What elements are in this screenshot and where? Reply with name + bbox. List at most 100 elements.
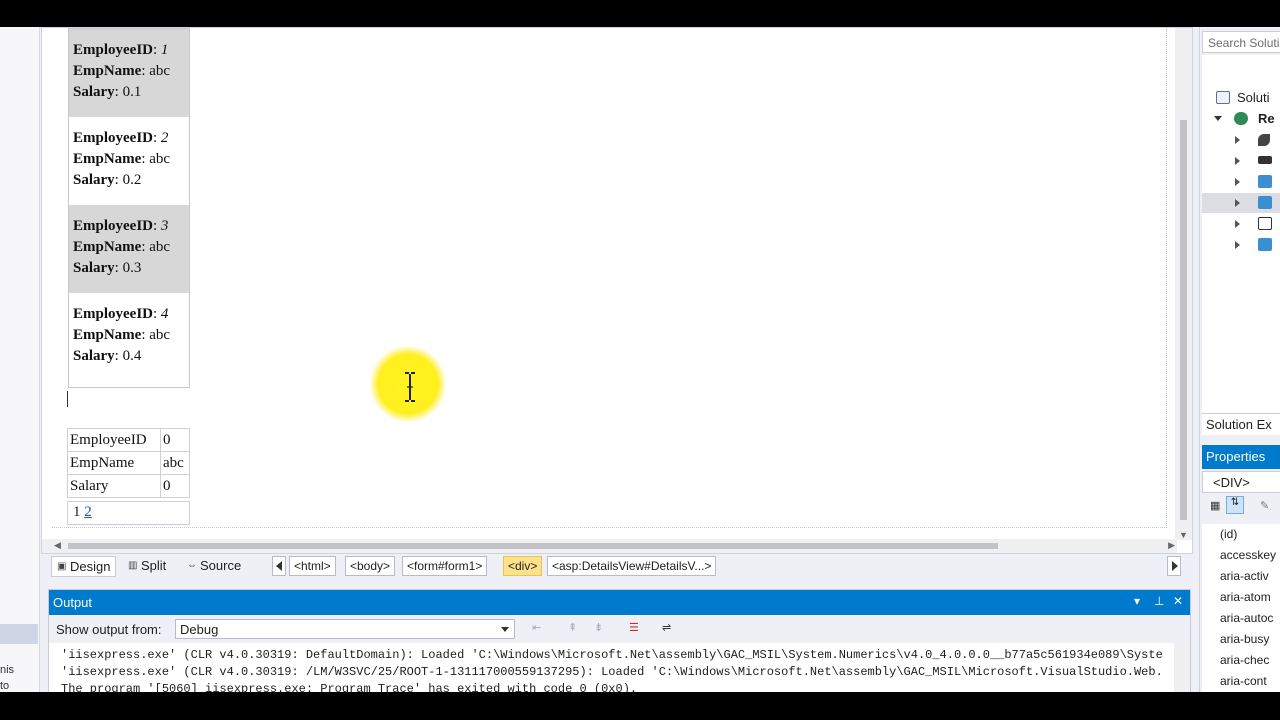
tree-item-solution[interactable]: Soluti xyxy=(1202,88,1280,108)
datalist-item[interactable]: EmployeeID: 2 EmpName: abc Salary: 0.2 xyxy=(69,117,189,205)
prev-message-icon[interactable]: ⇞ xyxy=(568,621,586,637)
scrollbar-thumb[interactable] xyxy=(68,543,998,549)
pin-icon[interactable]: ⊥ xyxy=(1154,594,1164,608)
property-item[interactable]: aria-autoc xyxy=(1202,608,1280,629)
datalist-item[interactable]: EmployeeID: 4 EmpName: abc Salary: 0.4 xyxy=(69,293,189,381)
expand-arrow-icon[interactable] xyxy=(1214,116,1222,121)
output-line: 'iisexpress.exe' (CLR v4.0.30319: Defaul… xyxy=(61,648,1163,662)
scroll-right-icon[interactable]: ▶ xyxy=(1168,540,1175,551)
collapse-arrow-icon[interactable] xyxy=(1235,136,1240,144)
pager-link-page-2[interactable]: 2 xyxy=(84,504,92,520)
references-icon xyxy=(1258,156,1272,164)
tree-item-config[interactable] xyxy=(1202,214,1280,234)
scrollbar-thumb[interactable] xyxy=(1180,120,1187,520)
details-key: EmployeeID xyxy=(67,428,161,452)
word-wrap-icon[interactable]: ⇌ xyxy=(662,621,680,637)
property-item[interactable]: aria-cont xyxy=(1202,671,1280,692)
design-view-button[interactable]: ▣ Design xyxy=(51,556,117,577)
breadcrumb-prev-button[interactable] xyxy=(272,556,286,576)
table-row[interactable]: EmpName abc xyxy=(67,451,190,475)
text-caret xyxy=(67,391,68,407)
wrench-icon xyxy=(1258,134,1270,146)
next-message-icon[interactable]: ⇟ xyxy=(594,621,612,637)
detailsview-control[interactable]: EmployeeID 0 EmpName abc Salary 0 xyxy=(67,428,190,498)
tree-item-file[interactable] xyxy=(1202,172,1280,192)
designer-horizontal-scrollbar[interactable]: ◀ ▶ xyxy=(42,539,1177,553)
collapse-arrow-icon[interactable] xyxy=(1235,220,1240,228)
find-message-icon[interactable]: ⇤ xyxy=(532,621,550,637)
field-value: abc xyxy=(149,239,171,255)
breadcrumb-body[interactable]: <body> xyxy=(345,556,396,576)
left-strip-selected-item[interactable] xyxy=(0,624,38,644)
collapse-arrow-icon[interactable] xyxy=(1235,178,1240,186)
field-label: EmployeeID xyxy=(73,42,153,58)
tree-item-file[interactable] xyxy=(1202,235,1280,255)
right-tool-panels: Search Soluti Soluti Re Solution Ex Prop… xyxy=(1199,27,1280,692)
tree-item-file-selected[interactable] xyxy=(1202,193,1280,213)
scroll-down-icon[interactable]: ▼ xyxy=(1179,530,1188,540)
field-value: 0.3 xyxy=(122,260,142,276)
clear-all-icon[interactable]: ☰ xyxy=(629,621,647,637)
wrench-icon[interactable]: ✎ xyxy=(1260,499,1269,512)
field-value: 0.1 xyxy=(122,84,142,100)
designer-vertical-scrollbar[interactable]: ▼ xyxy=(1175,28,1192,540)
alphabetical-icon[interactable]: ⇅ xyxy=(1226,496,1244,514)
close-icon[interactable]: ✕ xyxy=(1173,594,1183,608)
output-line: 'iisexpress.exe' (CLR v4.0.30319: /LM/W3… xyxy=(61,665,1163,679)
solution-explorer-tree[interactable]: Soluti Re xyxy=(1202,55,1280,435)
collapse-arrow-icon[interactable] xyxy=(1235,199,1240,207)
field-value: abc xyxy=(149,63,171,79)
output-text-area[interactable]: 'iisexpress.exe' (CLR v4.0.30319: Defaul… xyxy=(49,643,1175,692)
collapse-arrow-icon[interactable] xyxy=(1235,241,1240,249)
breadcrumb-div[interactable]: <div> xyxy=(503,556,543,576)
source-view-button[interactable]: ⇔ Source xyxy=(182,556,246,577)
properties-list[interactable]: (id) accesskey aria-activ aria-atom aria… xyxy=(1202,524,1280,692)
breadcrumb-html[interactable]: <html> xyxy=(289,556,336,576)
table-row[interactable]: EmployeeID 0 xyxy=(67,428,190,452)
categorized-icon[interactable]: ▦ xyxy=(1210,499,1220,512)
field-label: EmpName xyxy=(73,151,142,167)
solution-explorer-tab[interactable]: Solution Ex xyxy=(1202,413,1280,435)
details-key: Salary xyxy=(67,474,161,498)
page-canvas[interactable]: EmployeeID: 1 EmpName: abc Salary: 0.1 E… xyxy=(52,28,1167,528)
output-line: The program '[5060] iisexpress.exe: Prog… xyxy=(61,682,638,692)
property-item[interactable]: aria-atom xyxy=(1202,587,1280,608)
properties-object-select[interactable]: <DIV> xyxy=(1202,471,1280,493)
field-label: EmpName xyxy=(73,63,142,79)
breadcrumb-form[interactable]: <form#form1> xyxy=(402,556,488,576)
design-icon: ▣ xyxy=(57,561,67,572)
field-value: 3 xyxy=(160,218,169,234)
property-item[interactable]: aria-busy xyxy=(1202,629,1280,650)
solution-search-input[interactable]: Search Soluti xyxy=(1202,31,1280,53)
split-icon: ▥ xyxy=(128,560,138,571)
split-view-button[interactable]: ▥ Split xyxy=(123,556,171,577)
tree-item-references[interactable] xyxy=(1202,151,1280,171)
tree-item-properties[interactable] xyxy=(1202,130,1280,150)
output-title-bar: Output ▾ ⊥ ✕ xyxy=(49,590,1190,615)
datalist-control[interactable]: EmployeeID: 1 EmpName: abc Salary: 0.1 E… xyxy=(68,28,190,388)
details-value: abc xyxy=(160,451,190,475)
field-value: 4 xyxy=(160,306,169,322)
design-surface[interactable]: EmployeeID: 1 EmpName: abc Salary: 0.1 E… xyxy=(41,27,1193,554)
datalist-item[interactable]: EmployeeID: 1 EmpName: abc Salary: 0.1 xyxy=(69,29,189,117)
field-label: EmployeeID xyxy=(73,218,153,234)
output-vertical-scrollbar[interactable] xyxy=(1174,643,1190,692)
web-file-icon xyxy=(1258,175,1272,188)
output-title: Output xyxy=(53,595,93,610)
breadcrumb-next-button[interactable] xyxy=(1167,556,1181,576)
breadcrumb-detailsview[interactable]: <asp:DetailsView#DetailsV...> xyxy=(547,556,717,576)
property-item[interactable]: aria-activ xyxy=(1202,566,1280,587)
output-source-select[interactable]: Debug xyxy=(175,619,515,639)
property-item[interactable]: (id) xyxy=(1202,524,1280,545)
datalist-item[interactable]: EmployeeID: 3 EmpName: abc Salary: 0.3 xyxy=(69,205,189,293)
scroll-left-icon[interactable]: ◀ xyxy=(54,540,61,551)
show-output-label: Show output from: xyxy=(56,622,162,637)
dropdown-arrow-icon[interactable]: ▾ xyxy=(1134,594,1140,608)
table-row[interactable]: Salary 0 xyxy=(67,474,190,498)
property-item[interactable]: aria-chec xyxy=(1202,650,1280,671)
details-key: EmpName xyxy=(67,451,161,475)
view-mode-bar: ▣ Design ▥ Split ⇔ Source <html> <body> <fo… xyxy=(41,554,1193,578)
property-item[interactable]: accesskey xyxy=(1202,545,1280,566)
tree-item-project[interactable]: Re xyxy=(1202,109,1280,129)
collapse-arrow-icon[interactable] xyxy=(1235,157,1240,165)
